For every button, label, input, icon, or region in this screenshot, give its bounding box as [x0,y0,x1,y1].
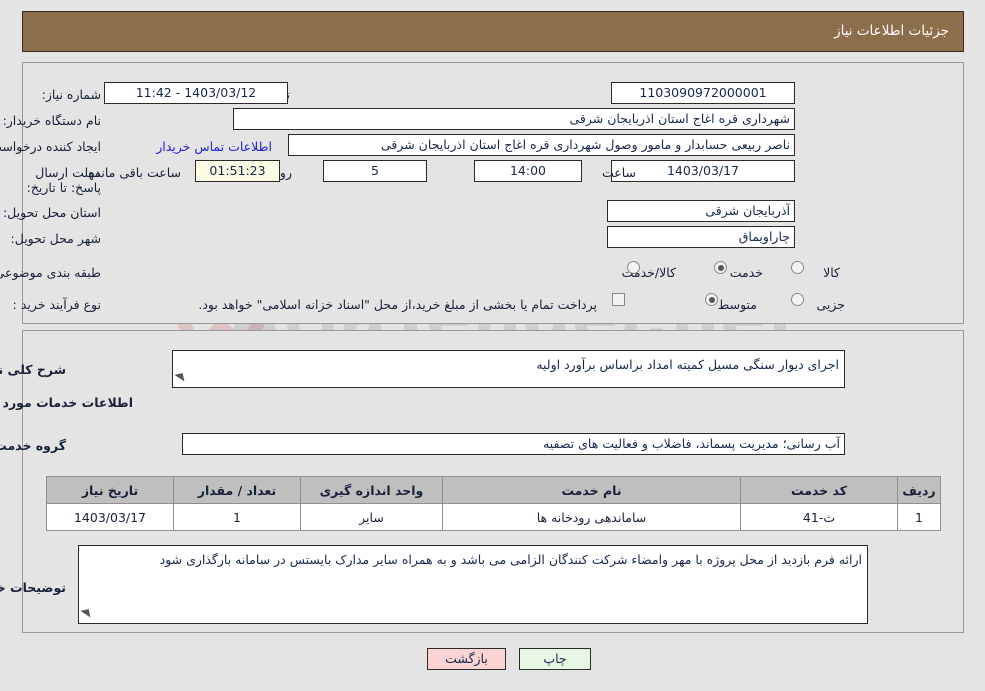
need-summary-textarea[interactable]: اجرای دیوار سنگی مسیل کمیته امداد براساس… [172,350,845,388]
page-title: جزئیات اطلاعات نیاز [834,23,949,39]
resize-grip-icon[interactable]: ◥ [173,367,185,387]
need-summary-label: شرح کلی نیاز: [0,362,66,377]
delivery-city-label: شهر محل تحویل: [10,231,101,246]
col-row: ردیف [897,476,941,504]
deadline-hour-field[interactable]: 14:00 [474,160,582,182]
back-button[interactable]: بازگشت [427,648,506,670]
treasury-bond-checkbox[interactable] [612,293,625,306]
col-unit: واحد اندازه گیری [300,476,443,504]
radio-process-motavaset[interactable] [705,293,718,306]
buyer-org-field[interactable]: شهرداری قره اغاج استان اذربایجان شرقی [233,108,795,130]
buyer-notes-textarea[interactable]: ارائه فرم بازدید از محل پروژه با مهر وام… [78,545,868,624]
need-summary-text: اجرای دیوار سنگی مسیل کمیته امداد براساس… [536,357,839,372]
cell-row: 1 [897,503,941,531]
service-group-field[interactable]: آب رسانی؛ مدیریت پسماند، فاضلاب و فعالیت… [182,433,845,455]
services-section-title: اطلاعات خدمات مورد نیاز [0,395,133,410]
col-need-date: تاریخ نیاز [46,476,174,504]
service-group-label: گروه خدمت: [0,438,66,453]
deadline-date-field[interactable]: 1403/03/17 [611,160,795,182]
countdown-timer-field: 01:51:23 [195,160,280,182]
purchase-process-label: نوع فرآیند خرید : [12,297,101,312]
print-button[interactable]: چاپ [519,648,591,670]
request-creator-field[interactable]: ناصر ربیعی حسابدار و مامور وصول شهرداری … [288,134,795,156]
cell-service-name: ساماندهی رودخانه ها [442,503,741,531]
radio-category-khedmat-label: خدمت [729,265,763,280]
request-creator-label: ایجاد کننده درخواست: [0,139,101,154]
services-table: ردیف کد خدمت نام خدمت واحد اندازه گیری ت… [46,476,941,531]
col-service-code: کد خدمت [740,476,898,504]
col-quantity: تعداد / مقدار [173,476,301,504]
buyer-contact-link[interactable]: اطلاعات تماس خریدار [156,139,272,154]
radio-category-kala-label: کالا [823,265,840,280]
deadline-hour-label: ساعت [601,165,636,180]
cell-service-code: ث-41 [740,503,898,531]
radio-process-jozei-label: جزیی [816,297,845,312]
radio-process-motavaset-label: متوسط [717,297,757,312]
remaining-days-field: 5 [323,160,427,182]
buyer-notes-text: ارائه فرم بازدید از محل پروژه با مهر وام… [159,552,862,567]
need-number-label: شماره نیاز: [41,87,101,102]
table-row: 1 ث-41 ساماندهی رودخانه ها سایر 1 1403/0… [46,503,941,531]
radio-category-khedmat[interactable] [714,261,727,274]
radio-category-kala[interactable] [791,261,804,274]
page-root: AriaTender.net جزئیات اطلاعات نیاز شماره… [0,0,985,691]
radio-category-kala-khedmat-label: کالا/خدمت [621,265,676,280]
page-title-bar: جزئیات اطلاعات نیاز [22,11,964,52]
col-service-name: نام خدمت [442,476,741,504]
announce-date-field[interactable]: 1403/03/12 - 11:42 [104,82,288,104]
delivery-city-field[interactable]: چاراویماق [607,226,795,248]
table-header-row: ردیف کد خدمت نام خدمت واحد اندازه گیری ت… [46,476,941,504]
need-number-field[interactable]: 1103090972000001 [611,82,795,104]
cell-unit: سایر [300,503,443,531]
delivery-province-label: استان محل تحویل: [2,205,101,220]
cell-need-date: 1403/03/17 [46,503,174,531]
treasury-bond-label: پرداخت تمام یا بخشی از مبلغ خرید،از محل … [198,297,597,312]
buyer-notes-label: توضیحات خریدار: [0,580,66,595]
buyer-org-label: نام دستگاه خریدار: [2,113,101,128]
cell-quantity: 1 [173,503,301,531]
resize-grip-icon-notes[interactable]: ◥ [79,603,91,623]
delivery-province-field[interactable]: آذربایجان شرقی [607,200,795,222]
timer-suffix-label: ساعت باقی مانده [88,165,181,180]
subject-category-label: طبقه بندی موضوعی: [0,265,101,280]
radio-process-jozei[interactable] [791,293,804,306]
